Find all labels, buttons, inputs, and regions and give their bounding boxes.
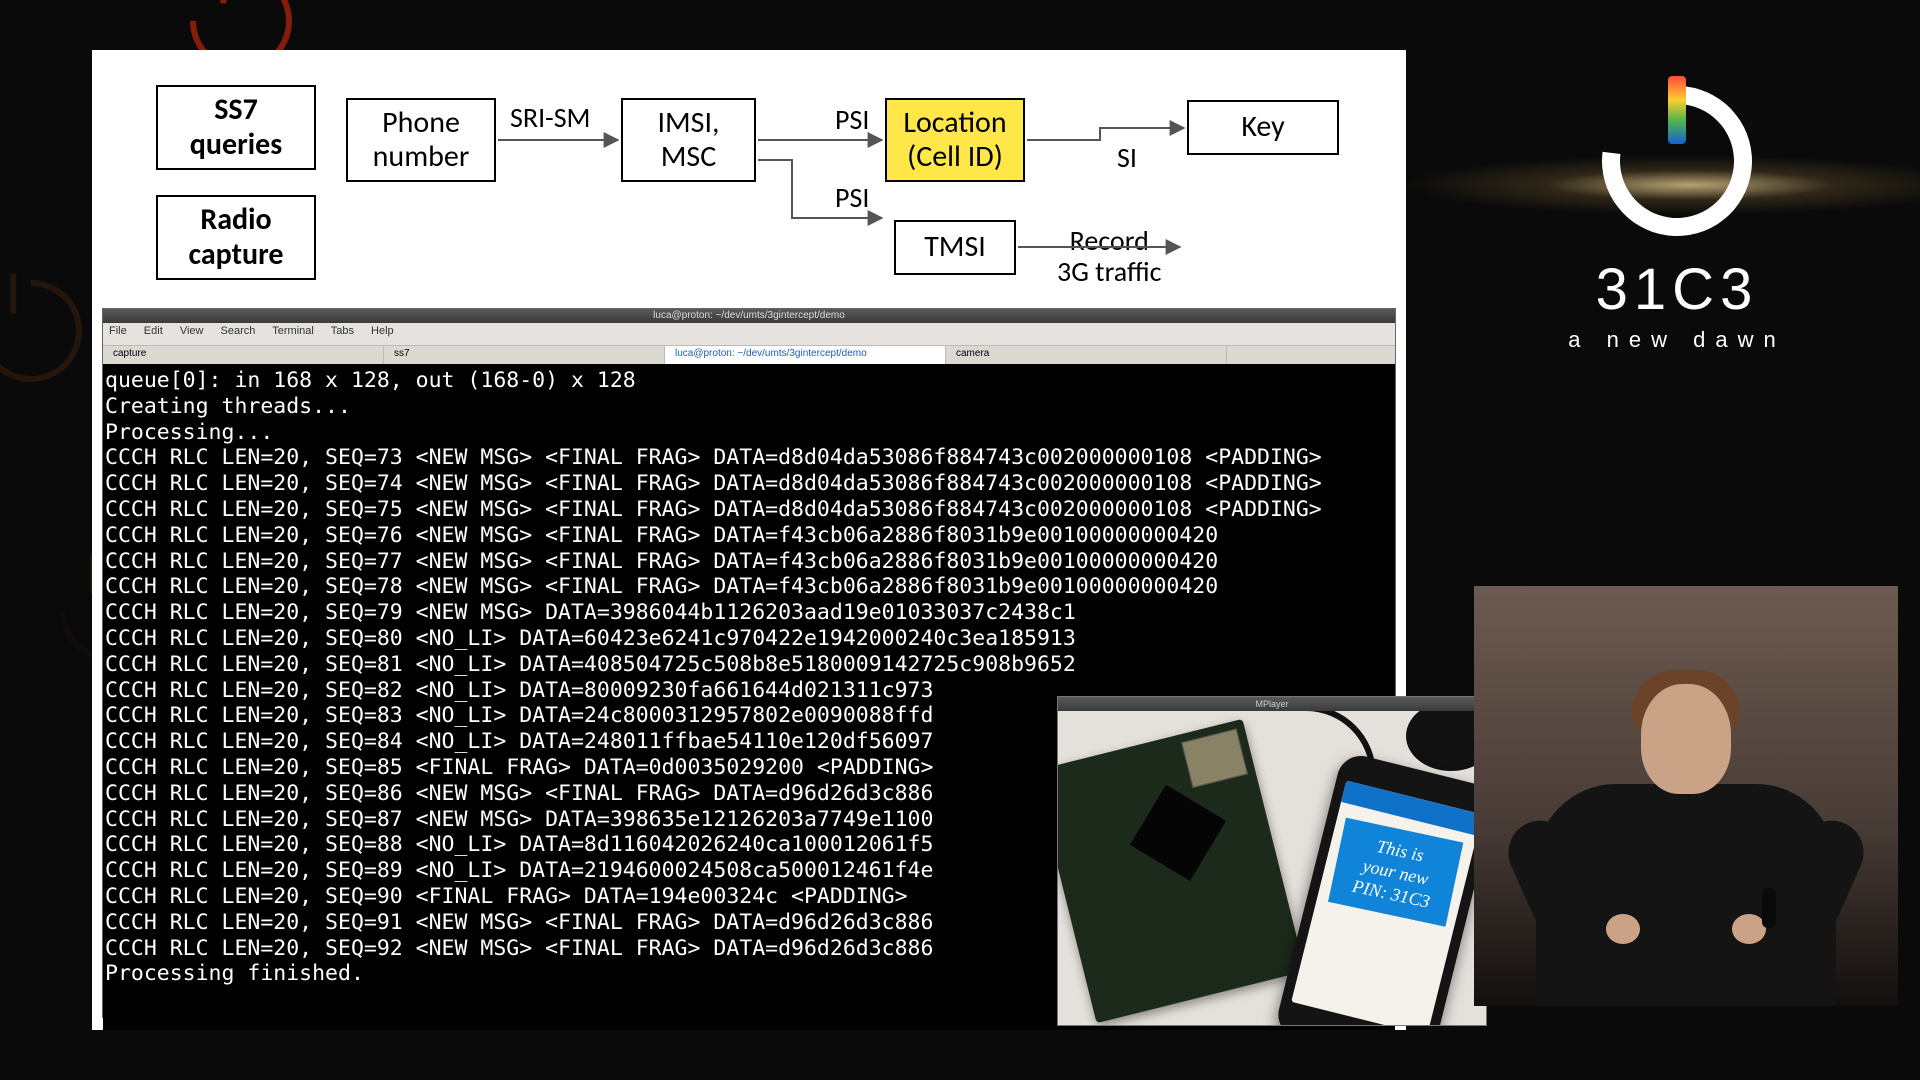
- label-record-3g: Record 3G traffic: [1057, 226, 1161, 288]
- terminal-menubar[interactable]: File Edit View Search Terminal Tabs Help: [103, 323, 1395, 345]
- menu-edit[interactable]: Edit: [144, 325, 163, 337]
- menu-search[interactable]: Search: [221, 325, 256, 337]
- tab-ss7[interactable]: ss7: [384, 346, 665, 364]
- tab-demo[interactable]: luca@proton: ~/dev/umts/3gintercept/demo: [665, 346, 946, 364]
- label-sri-sm: SRI-SM: [510, 100, 591, 135]
- box-key: Key: [1187, 100, 1339, 155]
- box-phone-number: Phone number: [346, 98, 496, 182]
- presenter-figure: [1536, 666, 1836, 1006]
- box-location-cellid: Location (Cell ID): [885, 98, 1025, 182]
- label-psi-top: PSI: [835, 102, 869, 137]
- media-player-window: MPlayer This is your new PIN: 31C3: [1057, 696, 1487, 1026]
- box-imsi-msc: IMSI, MSC: [621, 98, 756, 182]
- presenter-camera: [1474, 586, 1898, 1006]
- menu-file[interactable]: File: [109, 325, 127, 337]
- event-tagline: a new dawn: [1512, 327, 1842, 353]
- terminal-tabs: capture ss7 luca@proton: ~/dev/umts/3gin…: [103, 345, 1395, 364]
- label-si: SI: [1117, 140, 1137, 175]
- presentation-clicker-icon: [1762, 888, 1776, 928]
- box-ss7-queries: SS7 queries: [156, 85, 316, 170]
- event-logo: 31C3 a new dawn: [1512, 86, 1842, 353]
- menu-help[interactable]: Help: [371, 325, 394, 337]
- flow-diagram: SS7 queries Radio capture Phone number I…: [92, 50, 1406, 298]
- box-tmsi: TMSI: [894, 220, 1016, 275]
- media-player-titlebar[interactable]: MPlayer: [1058, 697, 1486, 711]
- label-record-3g-text: Record 3G traffic: [1057, 223, 1161, 289]
- event-name: 31C3: [1512, 256, 1842, 323]
- label-psi-bottom: PSI: [835, 180, 869, 215]
- menu-tabs[interactable]: Tabs: [331, 325, 354, 337]
- box-radio-capture: Radio capture: [156, 195, 316, 280]
- tab-capture[interactable]: capture: [103, 346, 384, 364]
- power-icon: [1602, 86, 1752, 236]
- phone-message: This is your new PIN: 31C3: [1328, 818, 1463, 927]
- media-player-body: This is your new PIN: 31C3: [1058, 711, 1486, 1025]
- menu-terminal[interactable]: Terminal: [272, 325, 314, 337]
- menu-view[interactable]: View: [180, 325, 204, 337]
- presentation-slide: SS7 queries Radio capture Phone number I…: [92, 50, 1406, 1030]
- terminal-titlebar[interactable]: luca@proton: ~/dev/umts/3gintercept/demo: [103, 309, 1395, 323]
- tab-camera[interactable]: camera: [946, 346, 1227, 364]
- smartphone-icon: This is your new PIN: 31C3: [1273, 751, 1486, 1025]
